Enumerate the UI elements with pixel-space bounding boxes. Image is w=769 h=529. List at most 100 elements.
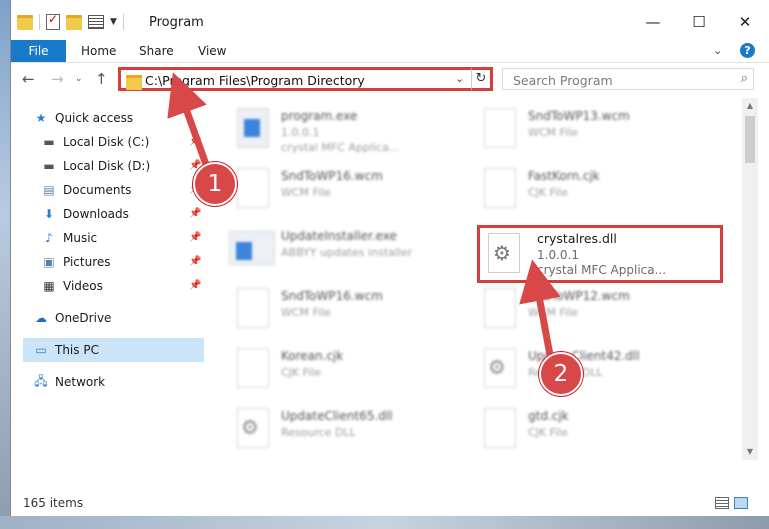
file-item[interactable]: FastKorn.cjk CJK File bbox=[454, 160, 694, 216]
file-name: UpdateInstaller.exe bbox=[281, 229, 397, 243]
computer-icon: ▭ bbox=[35, 343, 47, 357]
address-path[interactable]: C:\Program Files\Program Directory bbox=[145, 73, 365, 88]
new-folder-icon[interactable] bbox=[66, 14, 82, 30]
quick-access-toolbar: ▼ bbox=[17, 12, 124, 30]
expand-ribbon-chevron-icon[interactable]: ⌄ bbox=[713, 44, 722, 57]
sidebar-item-quick-access[interactable]: ★ Quick access bbox=[33, 106, 134, 130]
ribbon-tabs: File Home Share View ⌄ ? bbox=[11, 40, 769, 63]
file-name: SndToWP16.wcm bbox=[281, 289, 383, 303]
file-name: SndToWP13.wcm bbox=[528, 109, 630, 123]
sidebar-item-label: Local Disk (C:) bbox=[63, 135, 150, 149]
vertical-scrollbar[interactable]: ▲ ▼ bbox=[742, 98, 758, 460]
file-item[interactable]: ⚙ UpdateClient65.dll Resource DLL bbox=[207, 400, 447, 456]
toolbar-separator bbox=[39, 14, 40, 30]
view-options-icon[interactable] bbox=[88, 15, 104, 29]
search-box[interactable]: ⌕ bbox=[502, 68, 754, 90]
file-detail: ABBYY updates installer bbox=[281, 246, 413, 259]
file-icon bbox=[484, 408, 516, 448]
file-item[interactable]: SndToWP16.wcm WCM File bbox=[207, 280, 447, 336]
file-detail: crystal MFC Applica... bbox=[281, 141, 400, 154]
file-icon bbox=[237, 348, 269, 388]
gear-icon: ⚙ bbox=[493, 241, 511, 265]
file-name: Korean.cjk bbox=[281, 349, 344, 363]
drive-icon: ▬ bbox=[43, 159, 55, 173]
file-item[interactable]: gtd.cjk CJK File bbox=[454, 400, 694, 456]
file-name: UpdateClient65.dll bbox=[281, 409, 393, 423]
file-detail: CJK File bbox=[528, 426, 569, 439]
file-item[interactable]: SndToWP12.wcm WCM File bbox=[454, 280, 694, 336]
file-item[interactable]: SndToWP16.wcm WCM File bbox=[207, 160, 447, 216]
file-item[interactable]: SndToWP13.wcm WCM File bbox=[454, 100, 694, 156]
tab-share[interactable]: Share bbox=[139, 40, 174, 62]
pin-icon[interactable]: 📌 bbox=[189, 280, 201, 291]
window-title: Program bbox=[149, 15, 204, 30]
pin-icon[interactable]: 📌 bbox=[189, 232, 201, 243]
sidebar-item-label: Pictures bbox=[63, 255, 111, 269]
address-dropdown-icon[interactable]: ⌄ bbox=[455, 72, 464, 85]
installer-file-icon bbox=[229, 231, 275, 265]
up-arrow-icon[interactable]: ↑ bbox=[95, 70, 108, 88]
file-name: SndToWP12.wcm bbox=[528, 289, 630, 303]
file-name: FastKorn.cjk bbox=[528, 169, 600, 183]
forward-arrow-icon[interactable]: → bbox=[51, 70, 64, 88]
file-name: program.exe bbox=[281, 109, 358, 123]
file-version: 1.0.0.1 bbox=[537, 248, 579, 262]
back-arrow-icon[interactable]: ← bbox=[22, 70, 35, 88]
search-icon[interactable]: ⌕ bbox=[741, 71, 748, 86]
sidebar-item-downloads[interactable]: ⬇ Downloads bbox=[41, 202, 129, 226]
scroll-down-icon[interactable]: ▼ bbox=[742, 444, 758, 460]
documents-icon: ▤ bbox=[43, 183, 55, 197]
tab-file[interactable]: File bbox=[11, 40, 66, 62]
large-icons-view-icon[interactable] bbox=[734, 497, 748, 509]
maximize-button[interactable]: ☐ bbox=[676, 8, 722, 36]
tab-view[interactable]: View bbox=[198, 40, 226, 62]
sidebar-item-label: Music bbox=[63, 231, 98, 245]
sidebar-item-label: OneDrive bbox=[55, 311, 112, 325]
close-button[interactable]: ✕ bbox=[722, 8, 768, 36]
toolbar-separator bbox=[122, 14, 124, 30]
file-icon bbox=[484, 108, 516, 148]
tab-home[interactable]: Home bbox=[81, 40, 116, 62]
videos-icon: ▦ bbox=[43, 279, 55, 293]
file-item[interactable]: program.exe 1.0.0.1 crystal MFC Applica.… bbox=[207, 100, 447, 156]
file-detail: WCM File bbox=[528, 126, 578, 139]
sidebar-item-videos[interactable]: ▦ Videos bbox=[41, 274, 103, 298]
pin-icon[interactable]: 📌 bbox=[189, 208, 201, 219]
drive-icon: ▬ bbox=[43, 135, 55, 149]
file-name: gtd.cjk bbox=[528, 409, 569, 423]
refresh-icon[interactable]: ↻ bbox=[471, 67, 493, 91]
file-detail: WCM File bbox=[528, 306, 578, 319]
sidebar-item-network[interactable]: 🖧 Network bbox=[33, 370, 105, 394]
search-input[interactable] bbox=[511, 70, 715, 90]
callout-badge-2: 2 bbox=[539, 352, 583, 396]
file-explorer-window: ▼ Program — ☐ ✕ File Home Share View ⌄ ?… bbox=[10, 0, 769, 516]
downloads-icon: ⬇ bbox=[43, 207, 55, 221]
sidebar-item-local-disk-d[interactable]: ▬ Local Disk (D:) bbox=[41, 154, 150, 178]
properties-check-icon[interactable] bbox=[46, 12, 60, 30]
sidebar-item-this-pc[interactable]: ▭ This PC bbox=[23, 338, 204, 362]
scrollbar-thumb[interactable] bbox=[745, 116, 755, 163]
sidebar-item-label: Downloads bbox=[63, 207, 129, 221]
recent-locations-chevron-icon[interactable]: ⌄ bbox=[75, 74, 83, 84]
network-icon: 🖧 bbox=[34, 373, 48, 388]
address-bar[interactable]: C:\Program Files\Program Directory ⌄ bbox=[118, 67, 492, 91]
pin-icon[interactable]: 📌 bbox=[189, 256, 201, 267]
help-icon[interactable]: ? bbox=[740, 43, 755, 58]
cloud-icon: ☁ bbox=[35, 311, 47, 325]
file-item[interactable]: Korean.cjk CJK File bbox=[207, 340, 447, 396]
sidebar-item-music[interactable]: ♪ Music bbox=[41, 226, 97, 250]
sidebar-item-pictures[interactable]: ▣ Pictures bbox=[41, 250, 111, 274]
pin-icon[interactable]: 📌 bbox=[189, 136, 201, 147]
file-detail: Resource DLL bbox=[281, 426, 356, 439]
file-item[interactable]: UpdateInstaller.exe ABBYY updates instal… bbox=[207, 220, 447, 276]
details-view-icon[interactable] bbox=[715, 497, 729, 509]
minimize-button[interactable]: — bbox=[630, 8, 676, 36]
scroll-up-icon[interactable]: ▲ bbox=[742, 98, 758, 114]
file-name: SndToWP16.wcm bbox=[281, 169, 383, 183]
customize-toolbar-dropdown-icon[interactable]: ▼ bbox=[110, 17, 117, 27]
sidebar-item-documents[interactable]: ▤ Documents bbox=[41, 178, 131, 202]
highlighted-file-crystalres-dll[interactable]: ⚙ crystalres.dll 1.0.0.1 crystal MFC App… bbox=[477, 225, 723, 283]
sidebar-item-local-disk-c[interactable]: ▬ Local Disk (C:) bbox=[41, 130, 149, 154]
sidebar-item-onedrive[interactable]: ☁ OneDrive bbox=[33, 306, 111, 330]
sidebar-item-label: Network bbox=[55, 375, 106, 389]
